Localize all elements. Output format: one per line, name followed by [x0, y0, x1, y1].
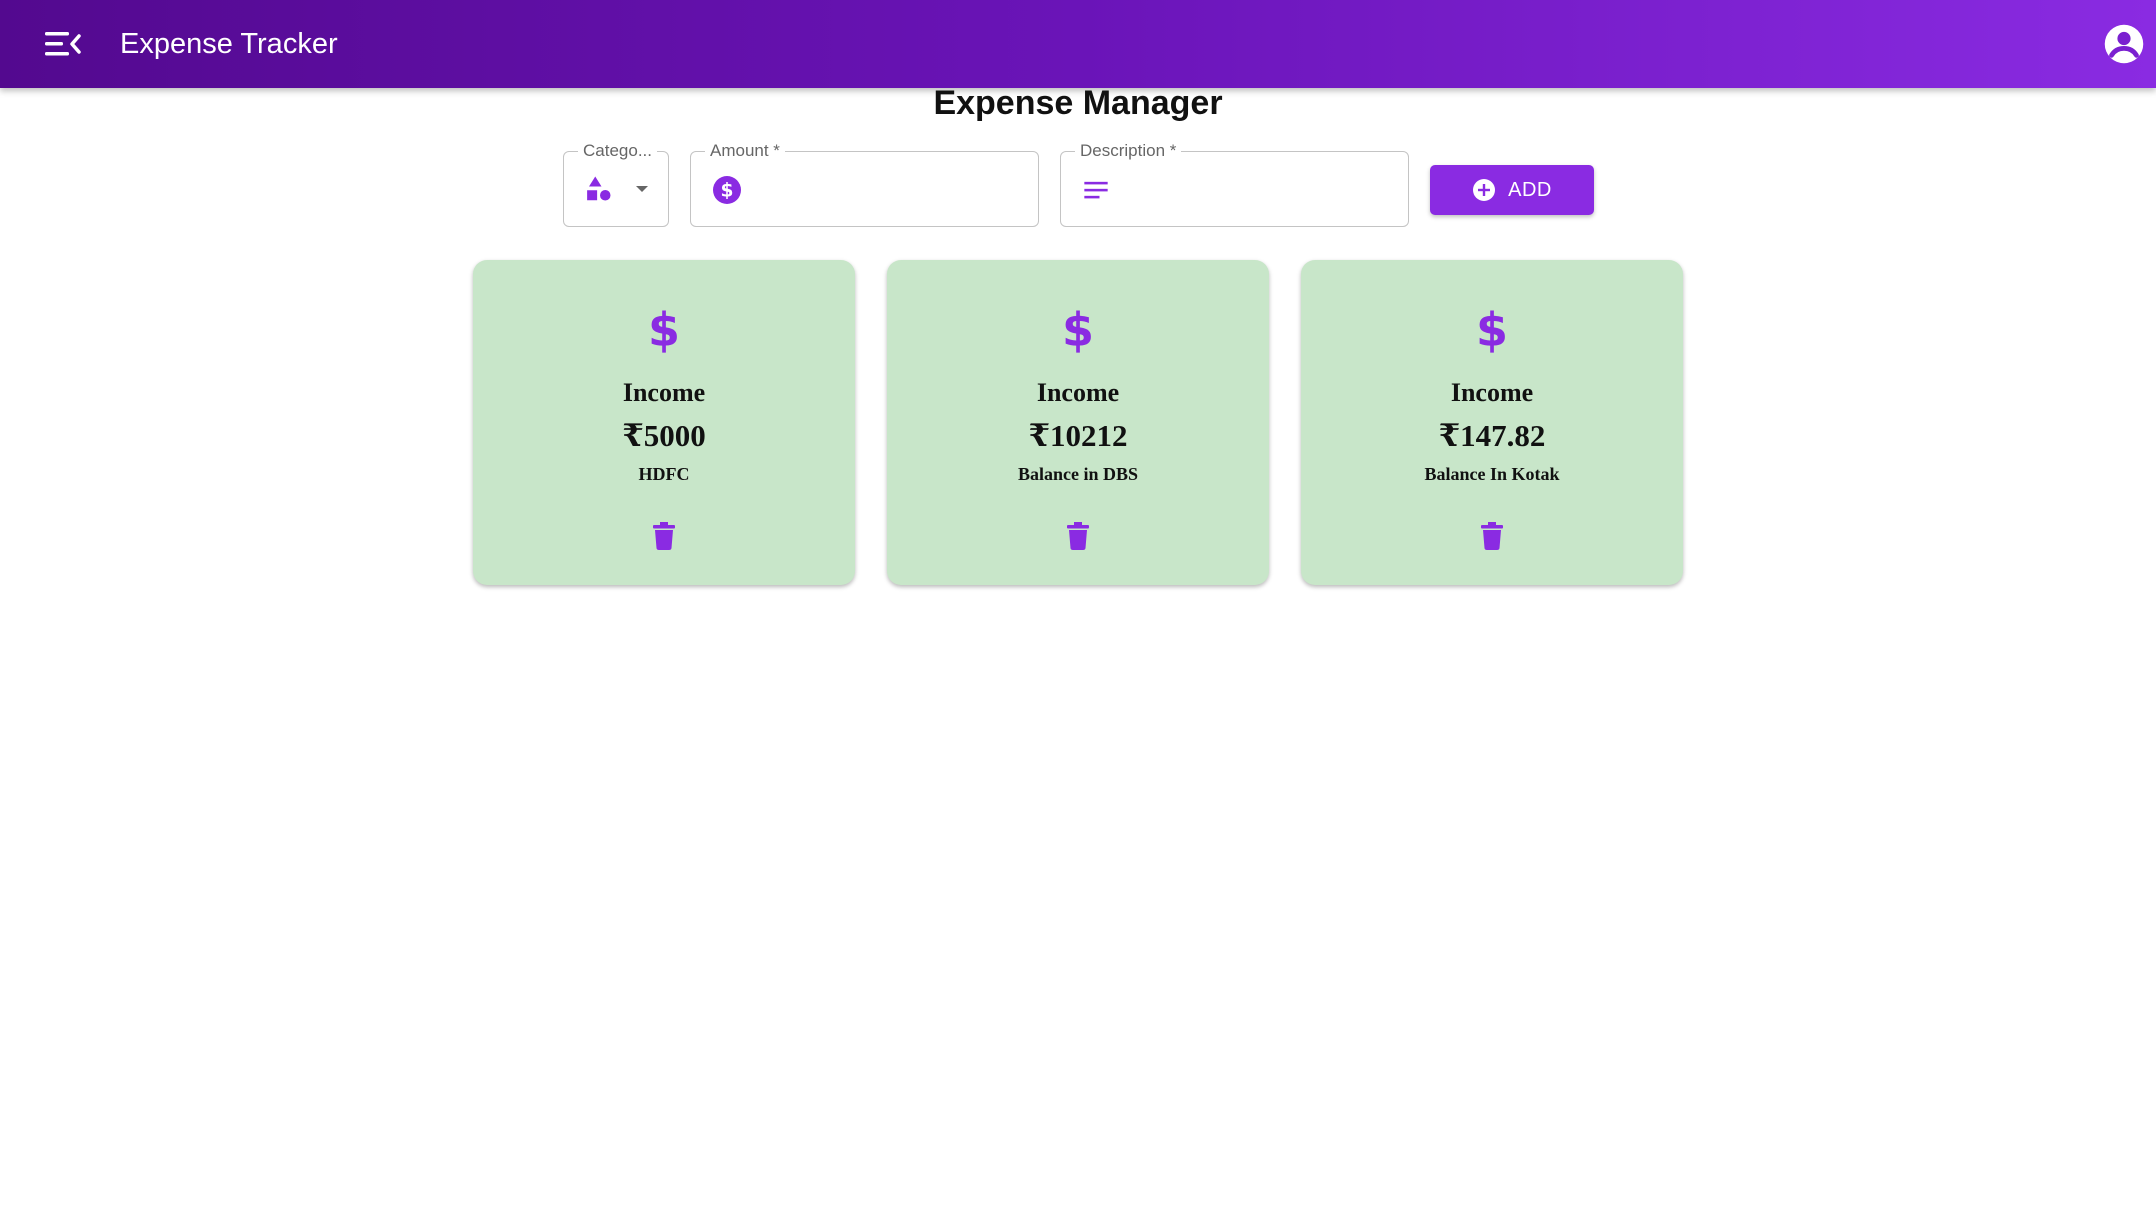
delete-button[interactable]: [473, 522, 855, 550]
menu-toggle-button[interactable]: [38, 24, 88, 64]
add-button-label: ADD: [1508, 178, 1552, 201]
card-description: Balance In Kotak: [1424, 464, 1560, 484]
account-circle-icon: [2104, 24, 2144, 64]
description-field: Description *: [1060, 140, 1409, 227]
transaction-card: $ Income ₹5000 HDFC: [473, 260, 855, 585]
svg-text:$: $: [649, 306, 679, 354]
trash-icon: [653, 522, 675, 550]
delete-button[interactable]: [887, 522, 1269, 550]
page-title: Expense Manager: [933, 84, 1223, 122]
card-type: Income: [1036, 378, 1120, 407]
delete-button[interactable]: [1301, 522, 1683, 550]
card-amount: ₹5000: [622, 418, 706, 453]
dollar-icon: $: [649, 306, 679, 354]
add-circle-icon: [1473, 179, 1496, 201]
add-button[interactable]: ADD: [1430, 165, 1594, 215]
svg-text:$: $: [1477, 306, 1507, 354]
amount-field: Amount * $: [690, 140, 1039, 227]
card-description: Balance in DBS: [1017, 464, 1139, 484]
app-title: Expense Tracker: [120, 28, 338, 60]
transaction-card: $ Income ₹147.82 Balance In Kotak: [1301, 260, 1683, 585]
transaction-card: $ Income ₹10212 Balance in DBS: [887, 260, 1269, 585]
trash-icon: [1067, 522, 1089, 550]
trash-icon: [1481, 522, 1503, 550]
card-description: HDFC: [638, 464, 690, 484]
dollar-icon: $: [1063, 306, 1093, 354]
card-amount: ₹147.82: [1438, 418, 1546, 453]
dollar-circle-icon: $: [713, 176, 741, 204]
amount-input[interactable]: [757, 152, 1024, 226]
category-label: Catego...: [578, 140, 657, 162]
chevron-down-icon: [636, 186, 648, 192]
account-button[interactable]: [2100, 20, 2148, 68]
app-bar: Expense Tracker: [0, 0, 2156, 88]
category-select[interactable]: Catego...: [563, 140, 669, 227]
notes-lines-icon: [1084, 181, 1108, 199]
dollar-icon: $: [1477, 306, 1507, 354]
menu-open-icon: [45, 32, 81, 56]
svg-text:$: $: [721, 181, 734, 202]
svg-text:$: $: [1063, 306, 1093, 354]
card-amount: ₹10212: [1028, 418, 1128, 453]
category-shapes-icon: [587, 176, 611, 201]
card-type: Income: [622, 378, 706, 407]
description-input[interactable]: [1127, 152, 1394, 226]
card-type: Income: [1450, 378, 1534, 407]
